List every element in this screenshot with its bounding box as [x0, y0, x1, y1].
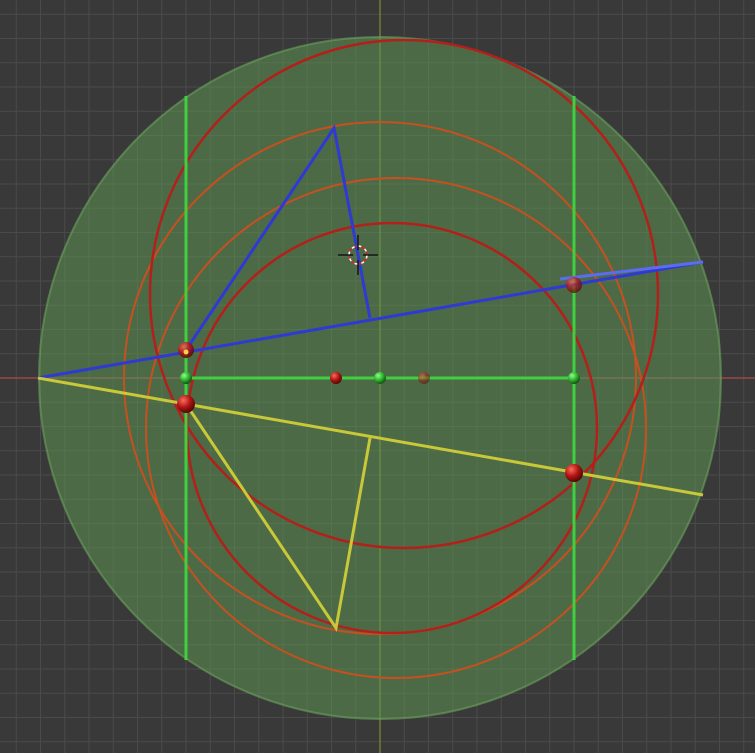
yellow-point-vertex — [183, 349, 189, 355]
viewport-canvas[interactable] — [0, 0, 755, 753]
red-point-right-bottom[interactable] — [565, 464, 583, 482]
red-point-center-right[interactable] — [418, 372, 430, 384]
red-point-left[interactable] — [177, 395, 195, 413]
red-point-right-top[interactable] — [566, 277, 582, 293]
3d-viewport[interactable] — [0, 0, 755, 753]
green-point-right[interactable] — [568, 372, 580, 384]
red-point-center-left[interactable] — [330, 372, 342, 384]
green-point-left[interactable] — [180, 372, 192, 384]
green-point-center[interactable] — [374, 372, 386, 384]
